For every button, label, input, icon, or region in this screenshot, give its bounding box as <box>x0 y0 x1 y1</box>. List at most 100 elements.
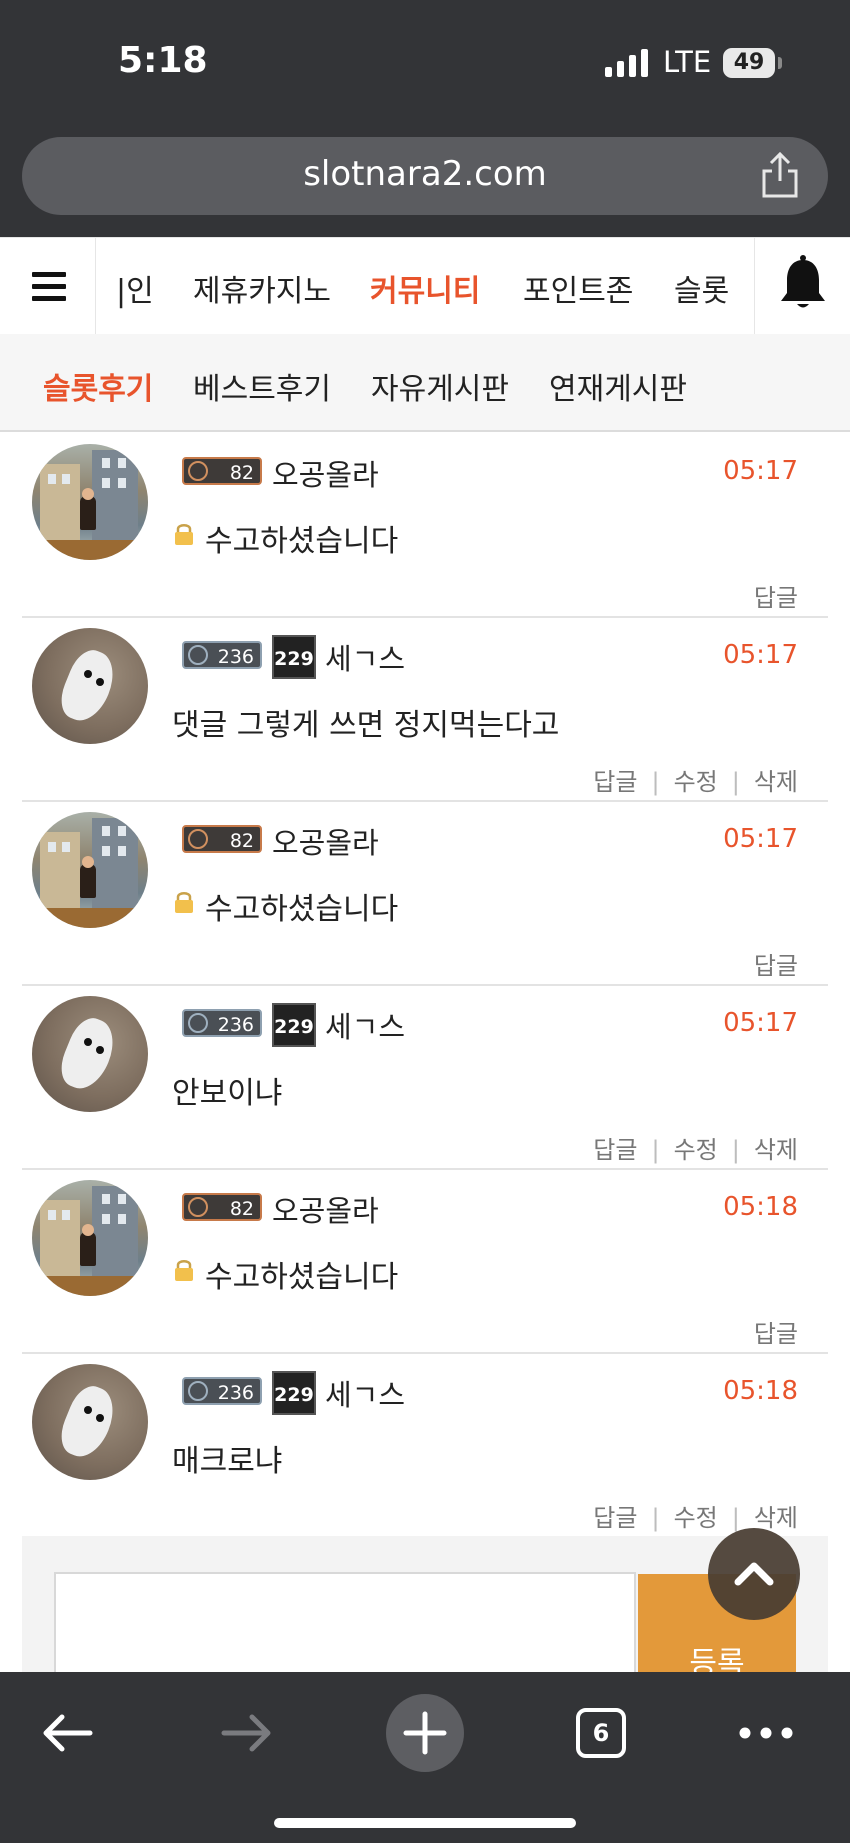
tab-slot[interactable]: 슬롯 <box>674 266 729 310</box>
lock-icon <box>175 1260 193 1281</box>
comment-author[interactable]: 오공올라 <box>272 1188 379 1230</box>
comment-author[interactable]: 세ㄱ스 <box>325 1372 405 1414</box>
scroll-top-button[interactable] <box>708 1528 800 1620</box>
status-time: 5:18 <box>118 40 208 81</box>
level-badge: 236 <box>182 1009 262 1037</box>
comment-time: 05:17 <box>723 456 798 486</box>
comment-text: 수고하셨습니다 <box>205 1260 399 1295</box>
reply-button[interactable]: 답글 <box>754 946 798 981</box>
avatar <box>32 1364 148 1480</box>
lock-icon <box>175 892 193 913</box>
comment-time: 05:17 <box>723 1008 798 1038</box>
level-icon <box>188 1013 208 1033</box>
cellular-signal-icon <box>605 49 648 77</box>
tab-point-zone[interactable]: 포인트존 <box>523 266 633 310</box>
main-nav: |인 제휴카지노 커뮤니티 포인트존 슬롯 <box>0 237 850 335</box>
edit-button[interactable]: 수정 <box>674 762 718 797</box>
level-number: 236 <box>217 1014 254 1036</box>
comment-time: 05:17 <box>723 824 798 854</box>
level-badge: 236 <box>182 641 262 669</box>
main-nav-tabs: |인 제휴카지노 커뮤니티 포인트존 슬롯 <box>96 238 754 334</box>
reply-button[interactable]: 답글 <box>593 762 637 797</box>
comment-actions: 답글 | 수정 | 삭제 <box>593 1130 798 1165</box>
notification-button[interactable] <box>754 238 850 334</box>
comment-item: 236 229 세ㄱ스 05:17 안보이냐 답글 | 수정 | 삭제 <box>22 986 828 1170</box>
comment-time: 05:17 <box>723 640 798 670</box>
rank-badge: 229 <box>272 635 316 679</box>
reply-button[interactable]: 답글 <box>593 1498 637 1533</box>
delete-button[interactable]: 삭제 <box>754 762 798 797</box>
lock-icon <box>175 524 193 545</box>
reply-button[interactable]: 답글 <box>593 1130 637 1165</box>
menu-icon-bar <box>32 296 66 301</box>
comment-actions: 답글 <box>754 946 798 981</box>
level-number: 236 <box>217 1382 254 1404</box>
comment-item: 82 오공올라 05:18 수고하셨습니다 답글 <box>22 1170 828 1354</box>
level-number: 82 <box>229 1198 254 1220</box>
edit-button[interactable]: 수정 <box>674 1130 718 1165</box>
comment-author[interactable]: 세ㄱ스 <box>325 636 405 678</box>
comment-text: 안보이냐 <box>172 1076 283 1111</box>
comment-author[interactable]: 오공올라 <box>272 452 379 494</box>
tab-best-reviews[interactable]: 베스트후기 <box>193 364 331 408</box>
level-number: 236 <box>217 646 254 668</box>
comment-actions: 답글 <box>754 578 798 613</box>
bell-icon <box>781 255 825 308</box>
comment-author[interactable]: 세ㄱ스 <box>325 1004 405 1046</box>
avatar <box>32 996 148 1112</box>
level-icon <box>188 645 208 665</box>
comment-item: 236 229 세ㄱ스 05:18 매크로냐 답글 | 수정 | 삭제 <box>22 1354 828 1538</box>
address-bar[interactable]: slotnara2.com <box>22 137 828 215</box>
new-tab-button[interactable] <box>386 1694 464 1772</box>
menu-icon <box>32 272 66 277</box>
status-bar: 5:18 LTE 49 slotnara2.com <box>0 0 850 237</box>
more-icon[interactable] <box>738 1726 794 1740</box>
level-badge: 82 <box>182 457 262 485</box>
comment-item: 236 229 세ㄱ스 05:17 댓글 그렇게 쓰면 정지먹는다고 답글 | 수정… <box>22 618 828 802</box>
reply-button[interactable]: 답글 <box>754 578 798 613</box>
comment-item: 82 오공올라 05:17 수고하셨습니다 답글 <box>22 434 828 618</box>
action-divider: | <box>651 1504 660 1532</box>
tab-community[interactable]: 커뮤니티 <box>370 266 480 310</box>
comment-item: 82 오공올라 05:17 수고하셨습니다 답글 <box>22 802 828 986</box>
share-icon[interactable] <box>757 151 803 199</box>
rank-badge: 229 <box>272 1003 316 1047</box>
menu-icon-bar <box>32 284 66 289</box>
avatar <box>32 444 148 560</box>
action-divider: | <box>731 1136 740 1164</box>
battery-tip <box>778 57 782 69</box>
comment-actions: 답글 | 수정 | 삭제 <box>593 762 798 797</box>
back-arrow-icon[interactable] <box>40 1710 96 1756</box>
level-icon <box>188 1197 208 1217</box>
tab-slot-reviews[interactable]: 슬롯후기 <box>43 364 153 408</box>
sub-nav: 슬롯후기 베스트후기 자유게시판 연재게시판 <box>0 334 850 432</box>
tab-serial-board[interactable]: 연재게시판 <box>549 364 687 408</box>
url-text[interactable]: slotnara2.com <box>22 154 828 194</box>
avatar <box>32 628 148 744</box>
plus-icon <box>403 1711 447 1755</box>
chevron-up-icon <box>734 1562 774 1586</box>
level-badge: 82 <box>182 1193 262 1221</box>
comment-text: 수고하셨습니다 <box>205 524 399 559</box>
action-divider: | <box>651 1136 660 1164</box>
comment-actions: 답글 <box>754 1314 798 1349</box>
comment-time: 05:18 <box>723 1192 798 1222</box>
tabs-button[interactable]: 6 <box>576 1708 626 1758</box>
browser-toolbar: 6 <box>0 1672 850 1843</box>
tab-free-board[interactable]: 자유게시판 <box>371 364 509 408</box>
comment-text: 댓글 그렇게 쓰면 정지먹는다고 <box>172 708 560 743</box>
level-number: 82 <box>229 462 254 484</box>
home-indicator <box>274 1818 576 1828</box>
tab-partner-casino[interactable]: 제휴카지노 <box>193 266 331 310</box>
comment-author[interactable]: 오공올라 <box>272 820 379 862</box>
battery-icon: 49 <box>723 48 775 78</box>
avatar <box>32 1180 148 1296</box>
tab-main-0[interactable]: |인 <box>116 266 154 310</box>
forward-arrow-icon[interactable] <box>218 1710 274 1756</box>
action-divider: | <box>731 768 740 796</box>
delete-button[interactable]: 삭제 <box>754 1130 798 1165</box>
level-icon <box>188 461 208 481</box>
menu-button[interactable] <box>0 238 96 334</box>
level-badge: 236 <box>182 1377 262 1405</box>
reply-button[interactable]: 답글 <box>754 1314 798 1349</box>
